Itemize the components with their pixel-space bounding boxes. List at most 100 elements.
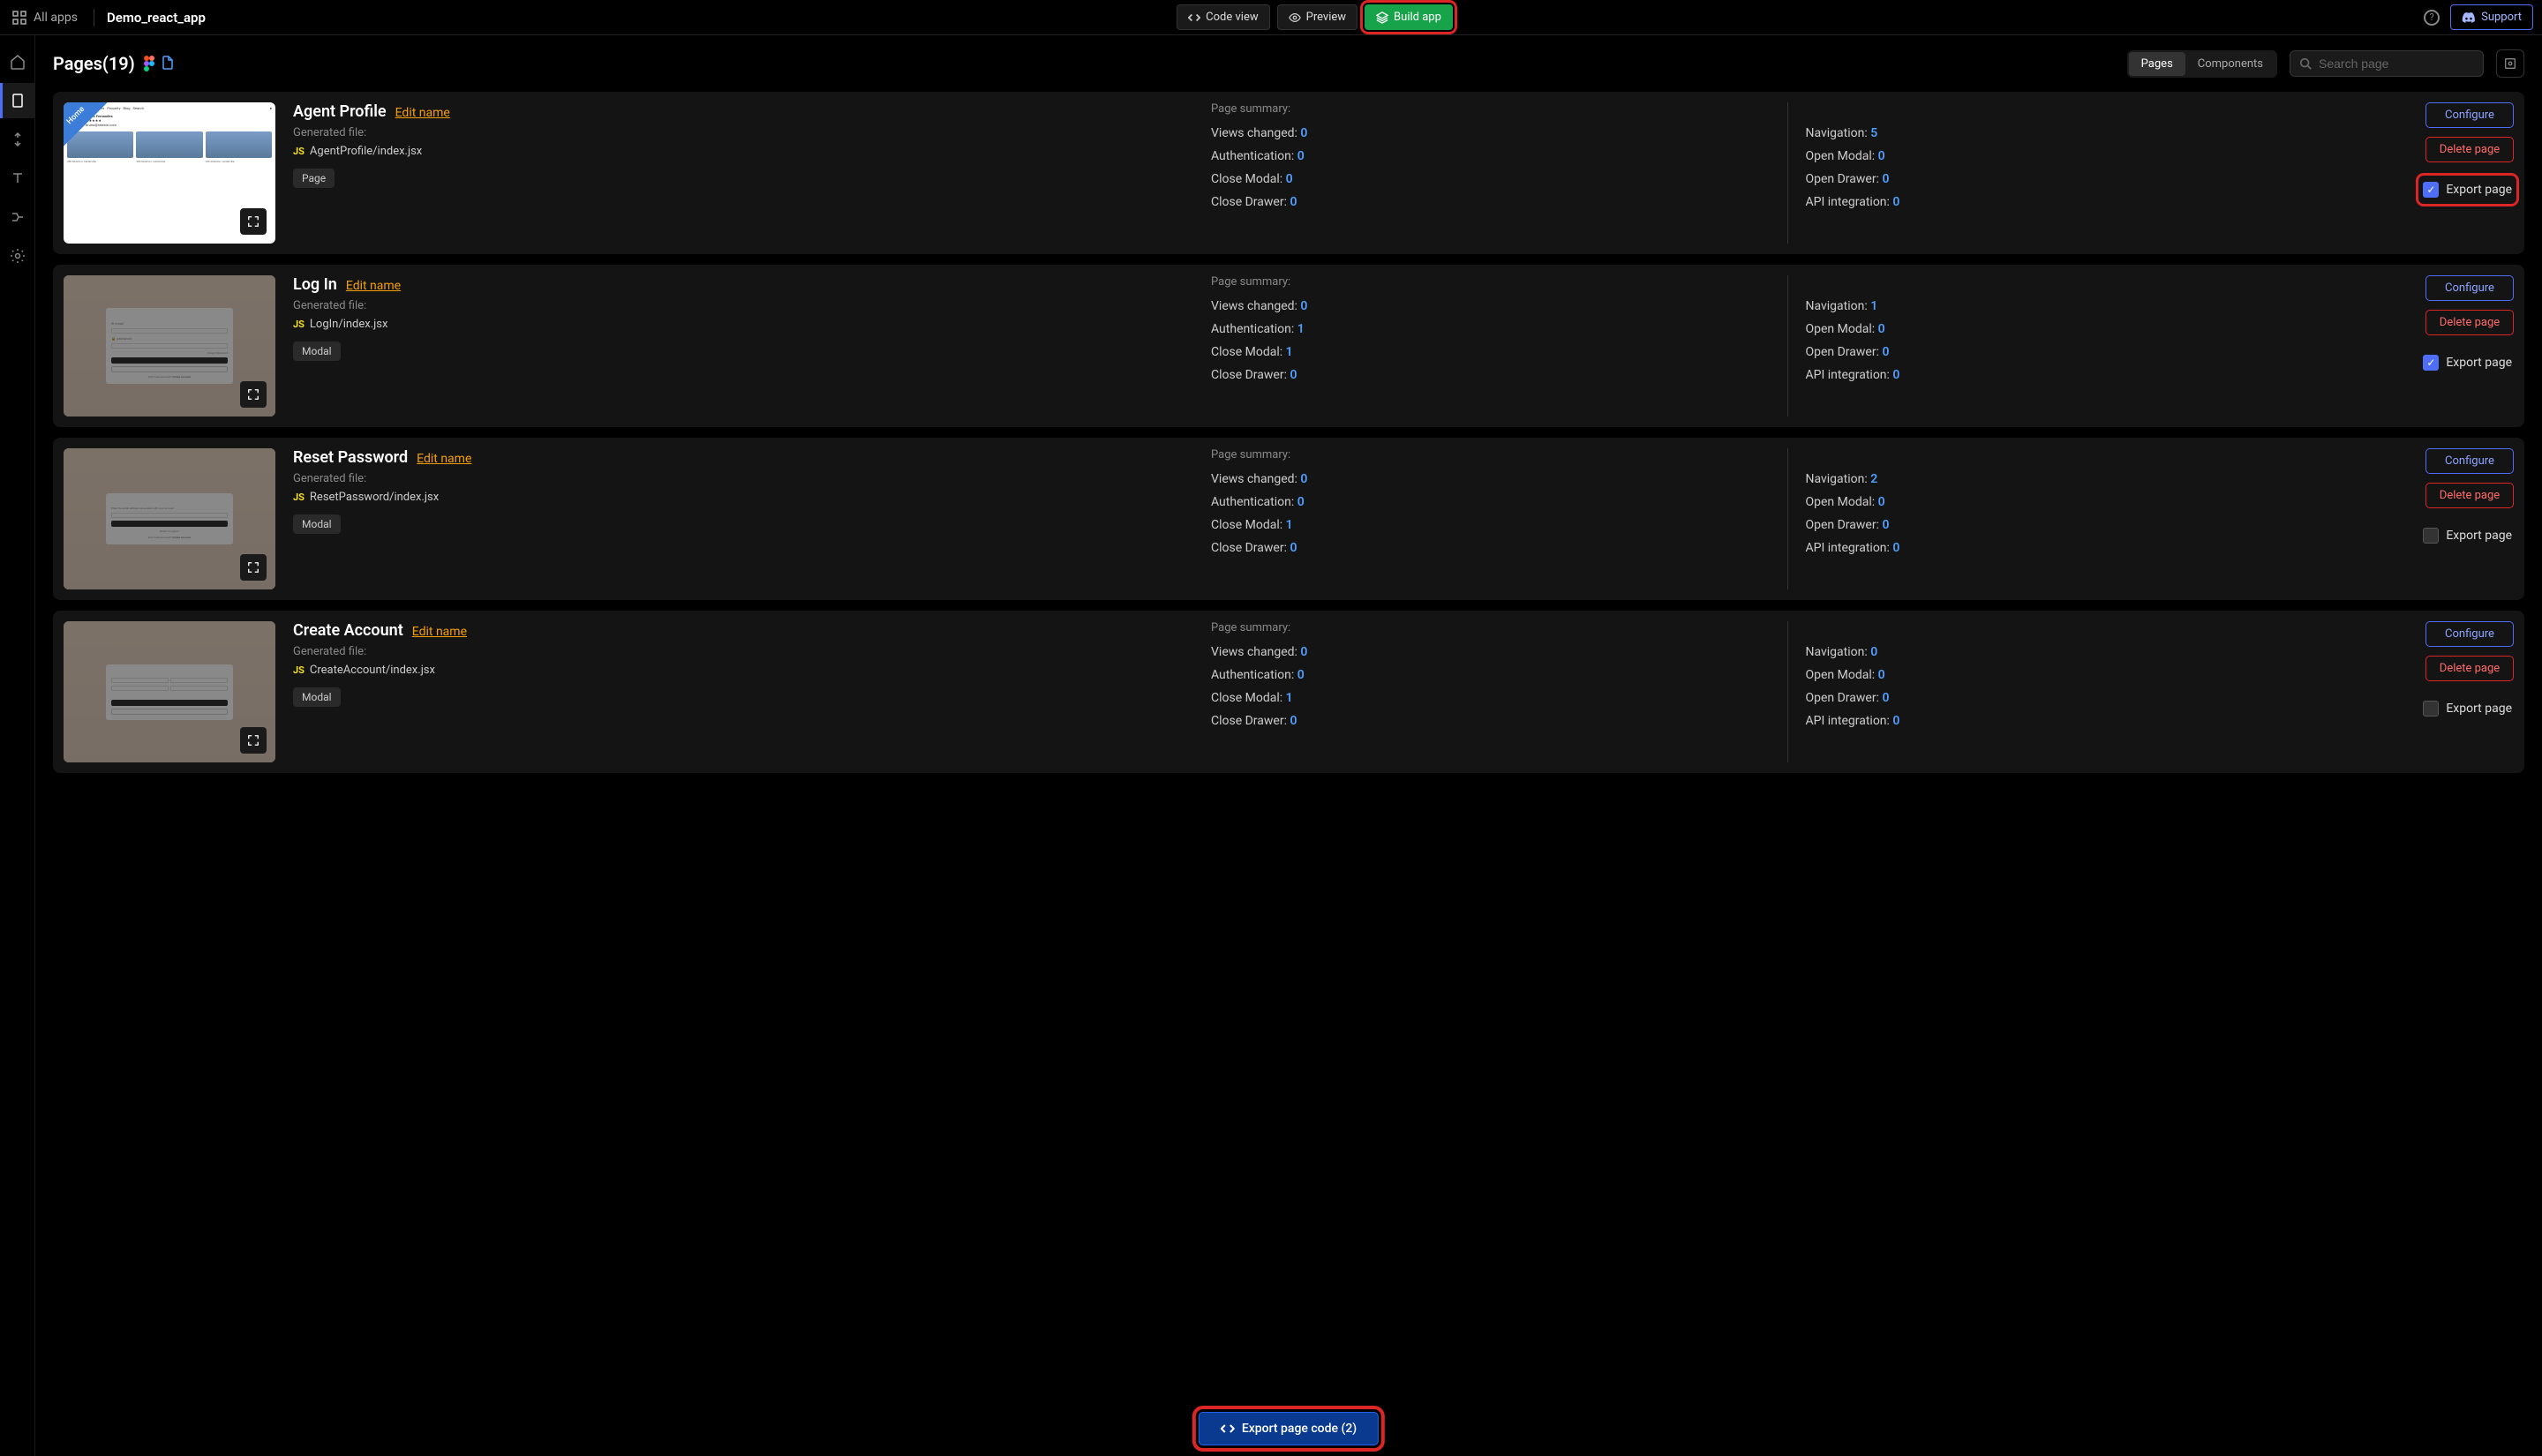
expand-icon[interactable]	[240, 554, 267, 581]
build-app-label: Build app	[1394, 11, 1441, 24]
stat-open-drawer: Open Drawer: 0	[1806, 345, 2382, 359]
build-app-button[interactable]: Build app	[1365, 4, 1453, 30]
edit-name-link[interactable]: Edit name	[412, 625, 467, 639]
stats-left-col: Page summary: Views changed: 0 Authentic…	[1211, 275, 1787, 417]
page-thumbnail[interactable]: Home ⬡HomeListAgentsPropertyBlogSearch● …	[64, 102, 275, 244]
expand-icon[interactable]	[240, 381, 267, 408]
stat-open-modal: Open Modal: 0	[1806, 149, 2382, 163]
delete-page-button[interactable]: Delete page	[2425, 310, 2514, 335]
page-info: Create Account Edit name Generated file:…	[293, 621, 1193, 762]
page-type-chip: Page	[293, 169, 335, 188]
generated-file-path: JS AgentProfile/index.jsx	[293, 145, 1193, 158]
stat-api-integration: API integration: 0	[1806, 541, 2382, 555]
export-bar: Export page code (2)	[1199, 1412, 1379, 1445]
generated-file-label: Generated file:	[293, 645, 1193, 658]
page-thumbnail[interactable]: Log In× ✉ email 🔒 password Forgot Passwo…	[64, 275, 275, 417]
stat-close-modal: Close Modal: 1	[1211, 345, 1787, 359]
rail-integrations[interactable]	[0, 122, 35, 157]
code-view-button[interactable]: Code view	[1177, 4, 1269, 30]
help-icon[interactable]: ?	[2424, 10, 2440, 26]
stat-open-modal: Open Modal: 0	[1806, 495, 2382, 509]
edit-name-link[interactable]: Edit name	[346, 279, 401, 293]
expand-icon[interactable]	[240, 727, 267, 754]
export-checkbox[interactable]: ✓	[2423, 182, 2439, 198]
export-page-row: ✓ Export page	[2421, 351, 2514, 374]
page-thumbnail[interactable]: Create Account× ☐ I agree to all Terms &…	[64, 621, 275, 762]
tab-pages[interactable]: Pages	[2129, 52, 2185, 76]
js-icon: JS	[293, 319, 305, 330]
export-page-code-button[interactable]: Export page code (2)	[1199, 1412, 1379, 1445]
page-type-chip: Modal	[293, 514, 341, 534]
code-icon	[1188, 11, 1200, 24]
page-name: Log In	[293, 275, 337, 294]
stat-authentication: Authentication: 0	[1211, 149, 1787, 163]
page-type-chip: Modal	[293, 341, 341, 361]
search-input[interactable]	[2319, 56, 2478, 71]
export-page-label: Export page	[2446, 356, 2512, 370]
export-checkbox[interactable]	[2423, 701, 2439, 717]
app-title: Demo_react_app	[107, 10, 206, 26]
preview-button[interactable]: Preview	[1277, 4, 1357, 30]
configure-button[interactable]: Configure	[2425, 102, 2514, 128]
page-list[interactable]: Home ⬡HomeListAgentsPropertyBlogSearch● …	[35, 92, 2542, 1456]
export-code-label: Export page code (2)	[1242, 1422, 1357, 1436]
stat-close-drawer: Close Drawer: 0	[1211, 195, 1787, 209]
pages-title: Pages(19)	[53, 53, 135, 74]
rail-home[interactable]	[0, 44, 35, 79]
stat-api-integration: API integration: 0	[1806, 714, 2382, 728]
all-apps-button[interactable]: All apps	[9, 7, 81, 28]
stat-navigation: Navigation: 1	[1806, 299, 2382, 313]
export-checkbox[interactable]: ✓	[2423, 355, 2439, 371]
stat-authentication: Authentication: 0	[1211, 495, 1787, 509]
page-summary-label: Page summary:	[1211, 621, 1787, 634]
delete-page-button[interactable]: Delete page	[2425, 483, 2514, 508]
rail-settings[interactable]	[0, 238, 35, 274]
page-settings-button[interactable]	[2496, 49, 2524, 78]
edit-name-link[interactable]: Edit name	[417, 452, 471, 466]
figma-icon[interactable]	[144, 56, 154, 71]
generated-file-label: Generated file:	[293, 472, 1193, 485]
page-actions: Configure Delete page Export page	[2399, 621, 2514, 762]
home-badge: Home	[64, 102, 108, 146]
eye-icon	[1289, 11, 1301, 24]
export-checkbox[interactable]	[2423, 528, 2439, 544]
rail-workflow[interactable]	[0, 199, 35, 235]
stat-open-drawer: Open Drawer: 0	[1806, 172, 2382, 186]
stat-close-drawer: Close Drawer: 0	[1211, 368, 1787, 382]
js-icon: JS	[293, 146, 305, 157]
delete-page-button[interactable]: Delete page	[2425, 656, 2514, 681]
page-summary-label: Page summary:	[1211, 275, 1787, 289]
expand-icon[interactable]	[240, 208, 267, 235]
stat-open-drawer: Open Drawer: 0	[1806, 518, 2382, 532]
stat-authentication: Authentication: 0	[1211, 668, 1787, 682]
stats-left-col: Page summary: Views changed: 0 Authentic…	[1211, 102, 1787, 244]
stats-right-col: Navigation: 0 Open Modal: 0 Open Drawer:…	[1787, 621, 2382, 762]
content-header: Pages(19)	[35, 35, 2542, 92]
page-thumbnail[interactable]: Reset Password× Enter the email address …	[64, 448, 275, 589]
header-left: All apps Demo_react_app	[9, 7, 206, 28]
rail-text[interactable]	[0, 161, 35, 196]
page-actions: Configure Delete page ✓ Export page	[2399, 275, 2514, 417]
configure-button[interactable]: Configure	[2425, 448, 2514, 474]
configure-button[interactable]: Configure	[2425, 621, 2514, 647]
stat-close-drawer: Close Drawer: 0	[1211, 714, 1787, 728]
stat-authentication: Authentication: 1	[1211, 322, 1787, 336]
stat-api-integration: API integration: 0	[1806, 368, 2382, 382]
js-icon: JS	[293, 492, 305, 503]
page-summary-label: Page summary:	[1211, 102, 1787, 116]
rail-pages[interactable]	[0, 83, 35, 118]
content-header-right: Pages Components	[2127, 49, 2524, 78]
support-button[interactable]: Support	[2450, 4, 2533, 30]
tab-switch: Pages Components	[2127, 50, 2277, 78]
stat-views-changed: Views changed: 0	[1211, 645, 1787, 659]
edit-name-link[interactable]: Edit name	[395, 106, 450, 120]
configure-button[interactable]: Configure	[2425, 275, 2514, 301]
page-card: Create Account× ☐ I agree to all Terms &…	[53, 611, 2524, 773]
document-icon[interactable]	[162, 56, 174, 71]
tab-components[interactable]: Components	[2185, 52, 2275, 76]
stat-views-changed: Views changed: 0	[1211, 126, 1787, 140]
content-title-group: Pages(19)	[53, 53, 174, 74]
delete-page-button[interactable]: Delete page	[2425, 137, 2514, 162]
stat-navigation: Navigation: 2	[1806, 472, 2382, 486]
export-page-label: Export page	[2446, 702, 2512, 716]
